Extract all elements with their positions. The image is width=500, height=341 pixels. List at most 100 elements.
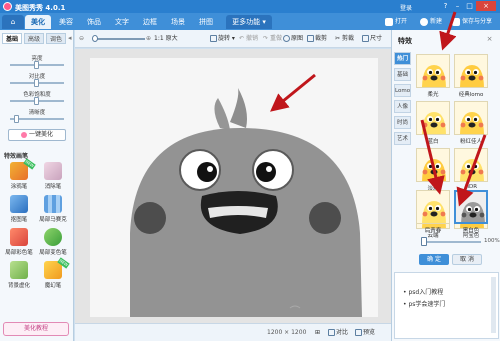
one-key-beautify-button[interactable]: 一键美化: [8, 129, 66, 141]
tab-more-functions[interactable]: 更多功能 ▾: [226, 15, 272, 29]
actual-size-button[interactable]: 1:1 原大: [154, 34, 178, 44]
tool-cutout-pen[interactable]: 抠图笔: [3, 195, 35, 223]
undo-label: 撤销: [245, 35, 258, 42]
bird-thumb-icon: [456, 192, 486, 222]
tool-label: 消除笔: [44, 184, 62, 190]
tool-label: 魔幻笔: [44, 283, 62, 289]
tab-beauty[interactable]: 美容: [53, 15, 79, 29]
tutorial-link[interactable]: • psd入门教程: [403, 287, 443, 296]
bird-thumb-icon: [455, 149, 487, 181]
canvas-area: [75, 49, 391, 323]
cancel-button[interactable]: 取 消: [452, 254, 482, 265]
tutorial-links-box: • psd入门教程 • ps学会速学门: [394, 272, 499, 339]
category-lomo[interactable]: Lomo: [394, 84, 411, 97]
effect-thumb-0[interactable]: [416, 54, 450, 88]
new-button[interactable]: 新建: [420, 16, 442, 27]
intensity-slider-track[interactable]: [423, 241, 481, 243]
tutorial-link[interactable]: • ps学会速学门: [403, 299, 445, 308]
zoom-in-icon[interactable]: ⊕: [146, 34, 151, 44]
effect-thumb-3[interactable]: [454, 101, 488, 135]
ok-button[interactable]: 确 定: [419, 254, 449, 265]
tab-frames[interactable]: 边框: [137, 15, 163, 29]
subtab-basic[interactable]: 基础: [2, 33, 22, 44]
tool-eraser-pen[interactable]: 消除笔: [37, 162, 69, 190]
tool-magic-pen[interactable]: NEW 魔幻笔: [37, 257, 70, 289]
tab-beautify[interactable]: 美化: [25, 15, 51, 29]
effect-thumb-5[interactable]: [454, 148, 488, 182]
preview-button[interactable]: 预览: [355, 328, 375, 338]
save-share-button[interactable]: 保存与分享: [452, 16, 492, 27]
effect-thumb-8[interactable]: [416, 190, 450, 224]
subtab-color[interactable]: 调色: [46, 33, 66, 44]
slider-knob[interactable]: [14, 115, 19, 123]
bird-thumb-icon: [417, 102, 449, 134]
grid-toggle-icon[interactable]: ⊞: [315, 328, 320, 338]
redo-button[interactable]: ↷ 重做: [263, 34, 282, 44]
category-portrait[interactable]: 人像: [394, 100, 411, 113]
original-button[interactable]: 原图: [283, 34, 303, 44]
tab-decorations[interactable]: 饰品: [81, 15, 107, 29]
undo-button[interactable]: ↶ 撤销: [239, 34, 258, 44]
scrollbar[interactable]: [491, 277, 496, 333]
tool-background-blur[interactable]: 背景虚化: [3, 261, 35, 289]
open-button[interactable]: 打开: [385, 16, 407, 27]
tab-text[interactable]: 文字: [109, 15, 135, 29]
effect-label: 黑白色: [462, 228, 480, 234]
effect-thumb-9[interactable]: [454, 190, 488, 224]
login-link[interactable]: 登录: [400, 3, 412, 12]
preview-icon: [355, 329, 362, 336]
intensity-slider-knob[interactable]: [421, 237, 427, 246]
panel-close-icon[interactable]: ×: [485, 35, 494, 44]
zoom-slider-knob[interactable]: [92, 35, 98, 42]
effect-thumb-2[interactable]: [416, 101, 450, 135]
close-icon[interactable]: ×: [476, 1, 496, 11]
size-button[interactable]: 尺寸: [362, 34, 382, 44]
image-dimensions: 1200 × 1200: [267, 329, 307, 336]
collapse-arrow-icon[interactable]: ◂: [68, 34, 72, 42]
tab-scenes[interactable]: 场景: [165, 15, 191, 29]
photo-canvas[interactable]: [90, 58, 378, 317]
slider-knob[interactable]: [34, 61, 39, 69]
recolor-icon: [44, 228, 62, 246]
effect-label: 经典lomo: [458, 92, 484, 98]
subtab-advanced[interactable]: 高级: [24, 33, 44, 44]
original-label: 原图: [291, 35, 304, 42]
bird-character-image: [90, 58, 378, 317]
category-basic[interactable]: 基础: [394, 68, 411, 81]
brightness-slider[interactable]: 亮度: [4, 54, 70, 72]
status-bar: 1200 × 1200 ⊞ 对比 预览: [75, 323, 391, 341]
maximize-icon[interactable]: □: [464, 1, 475, 11]
effect-thumb-4[interactable]: [416, 148, 450, 182]
rotate-button[interactable]: 旋转 ▾: [210, 34, 235, 44]
slider-knob[interactable]: [34, 97, 39, 105]
home-tab[interactable]: ⌂: [2, 15, 24, 29]
cut-button[interactable]: ✂ 剪裁: [335, 34, 354, 44]
tab-collage[interactable]: 拼图: [193, 15, 219, 29]
crop-button[interactable]: 裁剪: [307, 34, 327, 44]
effect-thumb-1[interactable]: [454, 54, 488, 88]
saturation-slider[interactable]: 色彩饱和度: [4, 90, 70, 108]
category-art[interactable]: 艺术: [394, 132, 411, 145]
eraser-icon: [44, 162, 62, 180]
bird-thumb-icon: [455, 102, 487, 134]
beautify-tutorial-button[interactable]: 美化教程: [3, 322, 69, 336]
compare-button[interactable]: 对比: [328, 328, 348, 338]
tool-recolor-pen[interactable]: 局部变色笔: [37, 228, 69, 256]
zoom-label: 1:1 原大: [154, 35, 178, 42]
zoom-out-icon[interactable]: ⊖: [79, 34, 84, 44]
tool-color-pen[interactable]: 局部彩色笔: [3, 228, 35, 256]
left-panel: 基础 高级 调色 ◂ 亮度 对比度 色彩饱和度 清晰度 一键美化 特效画笔 NE…: [0, 30, 74, 341]
category-fashion[interactable]: 时尚: [394, 116, 411, 129]
tool-doodle-pen[interactable]: NEW 涂鸦笔: [3, 158, 36, 190]
slider-knob[interactable]: [34, 79, 39, 87]
minimize-icon[interactable]: –: [452, 1, 463, 11]
contrast-slider[interactable]: 对比度: [4, 72, 70, 90]
title-bar: 美图秀秀 4.0.1 登录 ? – □ ×: [0, 0, 500, 13]
cutout-icon: [10, 195, 28, 213]
zoom-slider-track[interactable]: [95, 38, 145, 40]
sharpness-slider[interactable]: 清晰度: [4, 108, 70, 126]
help-icon[interactable]: ?: [440, 1, 451, 11]
tool-mosaic[interactable]: 局部马赛克: [37, 195, 69, 223]
crop-icon: [307, 35, 314, 42]
category-hot[interactable]: 热门: [394, 52, 411, 65]
